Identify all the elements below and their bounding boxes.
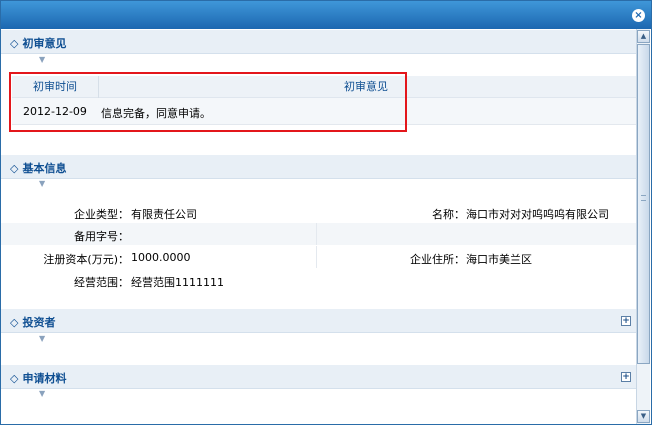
grip-icon bbox=[641, 195, 646, 201]
diamond-icon: ◇ bbox=[10, 162, 19, 175]
address-label: 企业住所： bbox=[410, 253, 465, 266]
collapse-arrow-icon: ▼ bbox=[39, 179, 46, 188]
scope-value: 经营范围1111111 bbox=[131, 276, 224, 289]
info-row-scope: 经营范围： 经营范围1111111 bbox=[1, 269, 637, 291]
diamond-icon: ◇ bbox=[10, 372, 19, 385]
alt-name-label: 备用字号： bbox=[74, 230, 129, 243]
info-row-alt-name: 备用字号： bbox=[1, 223, 637, 245]
info-row-capital: 注册资本(万元)： 1000.0000 企业住所： 海口市美兰区 bbox=[1, 246, 637, 268]
scroll-up-icon[interactable]: ▲ bbox=[637, 30, 650, 43]
capital-value: 1000.0000 bbox=[131, 251, 191, 264]
scope-label: 经营范围： bbox=[74, 276, 129, 289]
info-row-company-type: 企业类型： 有限责任公司 名称： 海口市对对对呜呜呜有限公司 bbox=[1, 201, 637, 223]
address-value: 海口市美兰区 bbox=[466, 253, 532, 266]
company-type-value: 有限责任公司 bbox=[131, 208, 197, 221]
collapse-arrow-icon: ▼ bbox=[39, 55, 46, 64]
collapse-arrow-icon: ▼ bbox=[39, 389, 46, 398]
close-icon[interactable]: × bbox=[632, 9, 645, 22]
highlight-box bbox=[9, 72, 407, 132]
dialog-window: × ◇ 初审意见 ▼ 初审时间 初审意见 2012-12-09 信息完备，同意申请… bbox=[0, 0, 652, 425]
section-header-investors[interactable]: ◇ 投资者 + bbox=[1, 309, 637, 333]
expand-icon[interactable]: + bbox=[621, 316, 631, 326]
dialog-content: ◇ 初审意见 ▼ 初审时间 初审意见 2012-12-09 信息完备，同意申请。 … bbox=[1, 29, 637, 424]
company-name-label: 名称： bbox=[432, 208, 465, 221]
dialog-titlebar[interactable]: × bbox=[1, 1, 651, 29]
capital-label: 注册资本(万元)： bbox=[43, 253, 129, 266]
section-title-materials: ◇ 申请材料 bbox=[10, 372, 67, 385]
section-header-review[interactable]: ◇ 初审意见 bbox=[1, 30, 637, 54]
vertical-scrollbar[interactable]: ▲ ▼ bbox=[636, 29, 650, 424]
company-type-label: 企业类型： bbox=[74, 208, 129, 221]
expand-icon[interactable]: + bbox=[621, 372, 631, 382]
scrollbar-thumb[interactable] bbox=[637, 44, 650, 364]
section-title-basic: ◇ 基本信息 bbox=[10, 162, 67, 175]
collapse-arrow-icon: ▼ bbox=[39, 334, 46, 343]
column-divider bbox=[316, 246, 317, 268]
section-header-materials[interactable]: ◇ 申请材料 + bbox=[1, 365, 637, 389]
column-divider bbox=[316, 223, 317, 245]
diamond-icon: ◇ bbox=[10, 37, 19, 50]
scroll-down-icon[interactable]: ▼ bbox=[637, 410, 650, 423]
company-name-value: 海口市对对对呜呜呜有限公司 bbox=[466, 208, 609, 221]
section-header-basic[interactable]: ◇ 基本信息 bbox=[1, 155, 637, 179]
diamond-icon: ◇ bbox=[10, 316, 19, 329]
section-title-investors: ◇ 投资者 bbox=[10, 316, 56, 329]
section-title-review: ◇ 初审意见 bbox=[10, 37, 67, 50]
